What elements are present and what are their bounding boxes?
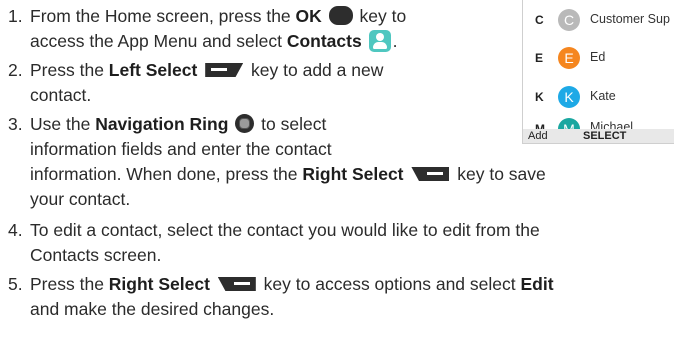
- ok-key-icon: [328, 6, 353, 25]
- contact-avatar: K: [558, 86, 580, 108]
- step-text: and make the desired changes.: [30, 299, 275, 319]
- contact-row[interactable]: C C Customer Sup: [523, 1, 674, 41]
- contact-row[interactable]: K K Kate: [523, 78, 674, 118]
- contact-name: Kate: [590, 89, 616, 103]
- contact-avatar: E: [558, 47, 580, 69]
- step-text: key to: [354, 6, 407, 26]
- contact-row[interactable]: E E Ed: [523, 39, 674, 79]
- contacts-app-icon: [368, 30, 391, 52]
- step-text: your contact.: [30, 189, 131, 209]
- index-letter: C: [535, 13, 544, 27]
- step-text: access the App Menu and select: [30, 31, 287, 51]
- contact-avatar: C: [558, 9, 580, 31]
- step-number: 4.: [8, 220, 23, 240]
- step-text: From the Home screen, press the: [30, 6, 296, 26]
- step-text: key to add a new: [246, 60, 384, 80]
- step-text: .: [392, 31, 398, 51]
- step-text: To edit a contact, select the contact yo…: [30, 220, 540, 240]
- step-text: to select: [256, 114, 327, 134]
- select-softkey[interactable]: SELECT: [583, 130, 626, 142]
- step-text: Press the: [30, 274, 109, 294]
- softkey-bar: Add SELECT: [523, 129, 674, 143]
- left-select-label: Left Select: [108, 60, 198, 80]
- step-text: Use the: [30, 114, 96, 134]
- phone-contacts-screen: C C Customer Sup E E Ed K K Kate M M Mic…: [522, 0, 674, 144]
- step-text: contact.: [30, 85, 92, 105]
- step-number: 1.: [8, 6, 23, 26]
- step-number: 2.: [8, 60, 23, 80]
- step-number: 3.: [8, 114, 23, 134]
- ok-key-label: OK: [295, 6, 322, 26]
- right-select-key-icon: [411, 167, 450, 181]
- step-text: information. When done, press the: [30, 164, 303, 184]
- right-select-key-icon: [217, 277, 256, 291]
- contact-name: Customer Sup: [590, 12, 670, 26]
- step-number: 5.: [8, 274, 23, 294]
- index-letter: E: [535, 51, 544, 65]
- step-text: key to save: [452, 164, 546, 184]
- navigation-ring-icon: [235, 114, 255, 133]
- left-select-key-icon: [205, 63, 244, 77]
- step-text: Press the: [30, 60, 109, 80]
- right-select-label: Right Select: [302, 164, 404, 184]
- add-softkey[interactable]: Add: [528, 130, 548, 142]
- contacts-label: Contacts: [286, 31, 362, 51]
- contact-name: Ed: [590, 50, 606, 64]
- step-text: Contacts screen.: [30, 245, 162, 265]
- step-text: key to access options and select: [258, 274, 521, 294]
- navigation-ring-label: Navigation Ring: [95, 114, 229, 134]
- edit-label: Edit: [520, 274, 554, 294]
- step-text: information fields and enter the contact: [30, 139, 332, 159]
- index-letter: K: [535, 90, 544, 104]
- right-select-label: Right Select: [108, 274, 210, 294]
